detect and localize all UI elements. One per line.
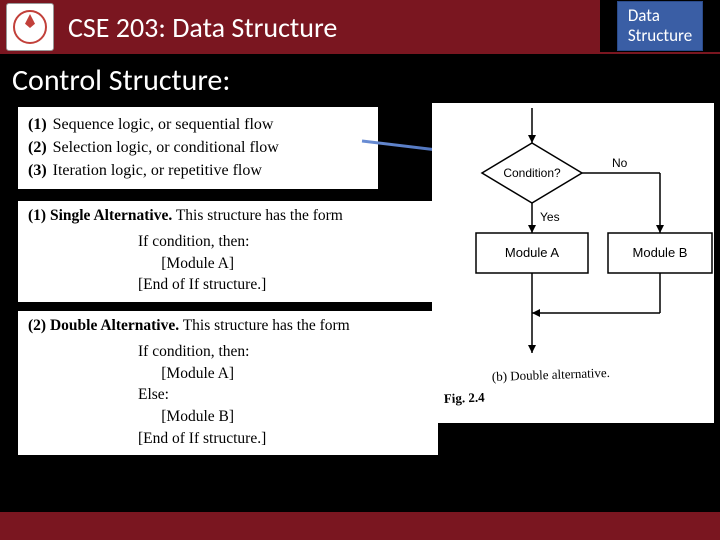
badge-line2: Structure bbox=[628, 26, 692, 46]
heading-rest: This structure has the form bbox=[179, 317, 350, 334]
heading-num: (2) bbox=[28, 317, 46, 334]
heading-bold: Double Alternative. bbox=[50, 317, 179, 334]
item-num: (3) bbox=[28, 162, 47, 179]
header-bar: CSE 203: Data Structure Data Structure bbox=[0, 0, 720, 54]
heading-num: (1) bbox=[28, 207, 46, 224]
institution-logo bbox=[6, 3, 54, 51]
svg-text:Fig. 2.4: Fig. 2.4 bbox=[444, 390, 486, 406]
item-num: (2) bbox=[28, 139, 47, 156]
logic-type-row: (1) Sequence logic, or sequential flow bbox=[28, 113, 368, 136]
code-line: [Module A] bbox=[138, 253, 428, 275]
double-alternative-panel: (2) Double Alternative. This structure h… bbox=[18, 311, 438, 455]
item-num: (1) bbox=[28, 116, 47, 133]
double-alt-code: If condition, then: [Module A] Else: [Mo… bbox=[138, 341, 428, 449]
single-alternative-panel: (1) Single Alternative. This structure h… bbox=[18, 201, 438, 302]
code-line: If condition, then: bbox=[138, 231, 428, 253]
svg-text:Condition?: Condition? bbox=[503, 166, 561, 180]
single-alt-code: If condition, then: [Module A] [End of I… bbox=[138, 231, 428, 296]
footer-bar bbox=[0, 512, 720, 540]
item-text: Iteration logic, or repetitive flow bbox=[53, 162, 262, 179]
svg-text:Module A: Module A bbox=[505, 245, 560, 260]
svg-text:Module B: Module B bbox=[633, 245, 688, 260]
flowchart-diagram: Condition? No Yes Module A Module B bbox=[432, 103, 714, 423]
logic-types-panel: (1) Sequence logic, or sequential flow (2… bbox=[18, 107, 378, 189]
code-line: [Module A] bbox=[138, 363, 428, 385]
topic-badge: Data Structure bbox=[617, 1, 703, 50]
badge-wrap: Data Structure bbox=[600, 0, 720, 52]
code-line: [End of If structure.] bbox=[138, 274, 428, 296]
code-line: [End of If structure.] bbox=[138, 428, 428, 450]
content-area: (1) Sequence logic, or sequential flow (2… bbox=[0, 103, 720, 523]
badge-line1: Data bbox=[628, 6, 692, 26]
logic-type-row: (2) Selection logic, or conditional flow bbox=[28, 136, 368, 159]
code-line: If condition, then: bbox=[138, 341, 428, 363]
svg-text:No: No bbox=[612, 156, 628, 170]
course-title: CSE 203: Data Structure bbox=[68, 10, 337, 45]
item-text: Sequence logic, or sequential flow bbox=[53, 116, 274, 133]
double-alt-heading: (2) Double Alternative. This structure h… bbox=[28, 317, 428, 335]
heading-bold: Single Alternative. bbox=[50, 207, 172, 224]
single-alt-heading: (1) Single Alternative. This structure h… bbox=[28, 207, 428, 225]
logic-type-row: (3) Iteration logic, or repetitive flow bbox=[28, 159, 368, 182]
svg-text:Yes: Yes bbox=[540, 210, 560, 224]
code-line: Else: bbox=[138, 384, 428, 406]
section-title: Control Structure: bbox=[0, 54, 720, 103]
svg-text:(b) Double alternative.: (b) Double alternative. bbox=[492, 365, 611, 384]
item-text: Selection logic, or conditional flow bbox=[53, 139, 279, 156]
heading-rest: This structure has the form bbox=[172, 207, 343, 224]
code-line: [Module B] bbox=[138, 406, 428, 428]
